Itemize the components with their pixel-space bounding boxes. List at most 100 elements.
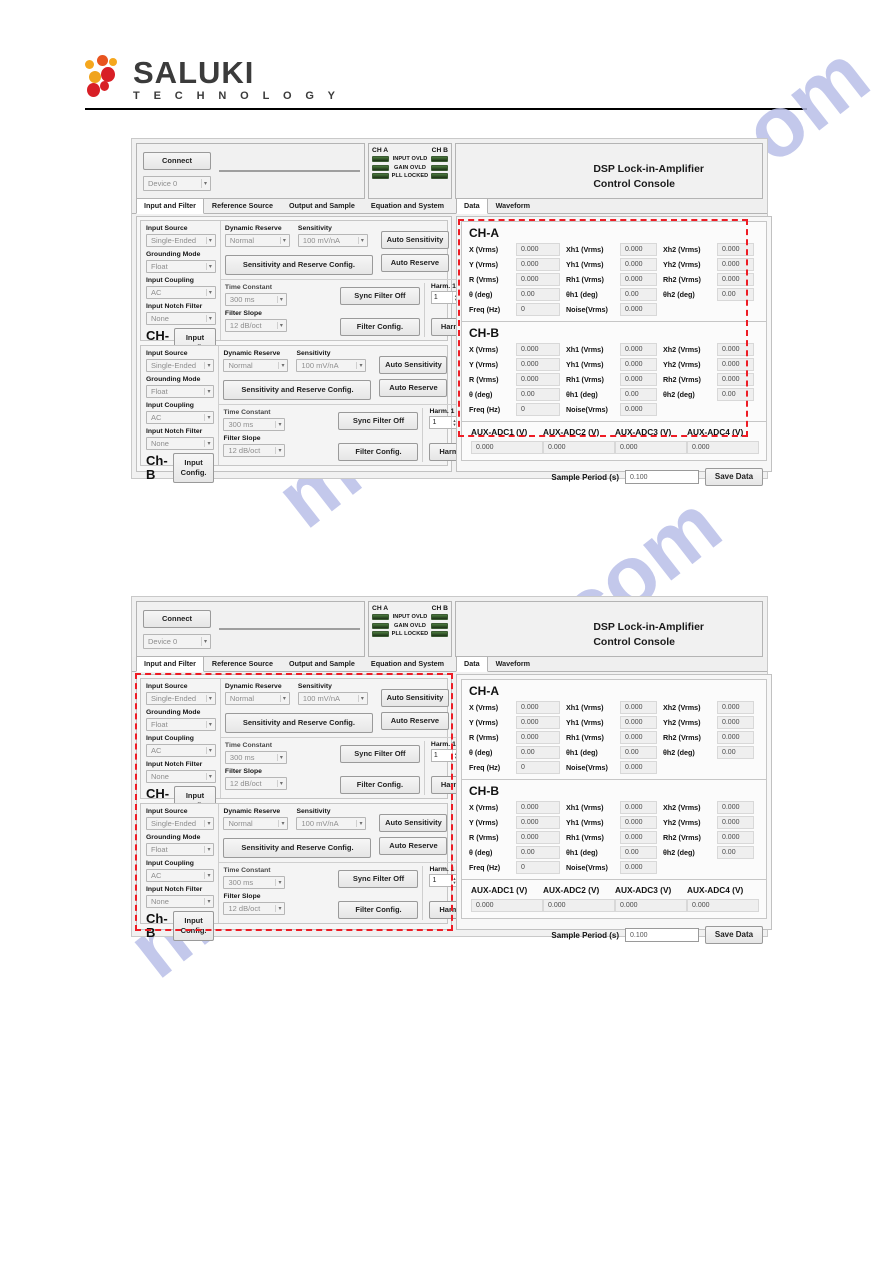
tab-data[interactable]: Data — [456, 198, 488, 214]
auto-sensitivity-button[interactable]: Auto Sensitivity — [380, 231, 449, 249]
input-coupling-select[interactable]: AC ▾ — [146, 744, 216, 757]
auto-sensitivity-button[interactable]: Auto Sensitivity — [379, 356, 448, 374]
input-source-select[interactable]: Single-Ended ▾ — [146, 692, 216, 705]
time-constant-select[interactable]: 300 ms ▾ — [224, 751, 287, 764]
sync-filter-button[interactable]: Sync Filter Off — [339, 745, 420, 763]
time-constant-select[interactable]: 300 ms ▾ — [223, 876, 286, 889]
device-select[interactable]: Device 0 ▾ — [143, 633, 211, 649]
input-coupling-select[interactable]: AC ▾ — [146, 411, 215, 424]
tab-waveform[interactable]: Waveform — [488, 198, 538, 213]
readout-row: R (Vrms) 0.000 Rh1 (Vrms) 0.000 Rh2 (Vrms)… — [469, 272, 760, 287]
harm1-value: 1 — [432, 419, 437, 426]
tab-data[interactable]: Data — [456, 656, 488, 672]
readout-value: 0.000 — [716, 801, 754, 814]
input-notch-filter-select[interactable]: None ▾ — [146, 770, 216, 783]
grounding-mode-value: Float — [151, 720, 168, 729]
readout-label: Xh2 (Vrms) — [662, 802, 701, 812]
auto-sensitivity-button[interactable]: Auto Sensitivity — [380, 689, 449, 707]
sensitivity-select[interactable]: 100 mV/nA ▾ — [296, 359, 367, 372]
device-select[interactable]: Device 0 ▾ — [143, 175, 211, 191]
tab-equation-and-system[interactable]: Equation and System — [363, 198, 452, 213]
tab-reference-source[interactable]: Reference Source — [204, 198, 281, 213]
auto-reserve-button[interactable]: Auto Reserve — [380, 254, 449, 272]
input-coupling-select[interactable]: AC ▾ — [146, 869, 215, 882]
grounding-mode-select[interactable]: Float ▾ — [146, 718, 216, 731]
harm1-stepper[interactable]: 1 ▲▼ — [429, 874, 459, 887]
dynamic-reserve-select[interactable]: Normal ▾ — [224, 234, 290, 247]
sample-period-input[interactable]: 0.100 — [625, 470, 699, 484]
tab-reference-source[interactable]: Reference Source — [204, 656, 281, 671]
tab-output-and-sample[interactable]: Output and Sample — [281, 656, 363, 671]
time-constant-select[interactable]: 300 ms ▾ — [224, 293, 287, 306]
connect-button[interactable]: Connect — [143, 151, 211, 170]
dynamic-reserve-select[interactable]: Normal ▾ — [224, 692, 290, 705]
input-coupling-select[interactable]: AC ▾ — [146, 286, 216, 299]
save-data-button[interactable]: Save Data — [705, 926, 763, 944]
sync-filter-button[interactable]: Sync Filter Off — [339, 287, 420, 305]
led-indicator-icon — [372, 622, 389, 629]
time-constant-select[interactable]: 300 ms ▾ — [223, 418, 286, 431]
device-select-value: Device 0 — [148, 178, 178, 188]
tab-equation-and-system[interactable]: Equation and System — [363, 656, 452, 671]
grounding-mode-select[interactable]: Float ▾ — [146, 260, 216, 273]
harm1-stepper[interactable]: 1 ▲▼ — [429, 416, 459, 429]
input-and-filter-pane: Input Source Single-Ended ▾ Grounding Mo… — [135, 673, 504, 941]
sensitivity-and-reserve-config-button[interactable]: Sensitivity and Reserve Config. — [224, 713, 373, 733]
data-readout-pane: CH-A X (Vrms) 0.000 Xh1 (Vrms) 0.000 Xh2 (… — [456, 216, 772, 486]
sample-period-input[interactable]: 0.100 — [625, 928, 699, 942]
header-divider — [85, 108, 807, 110]
sensitivity-select[interactable]: 100 mV/nA ▾ — [297, 234, 368, 247]
readout-row: R (Vrms) 0.000 Rh1 (Vrms) 0.000 Rh2 (Vrms)… — [469, 830, 760, 845]
grounding-mode-select[interactable]: Float ▾ — [146, 843, 215, 856]
input-notch-filter-select[interactable]: None ▾ — [146, 437, 215, 450]
readout-value: 0.00 — [516, 388, 560, 401]
filter-config-button[interactable]: Filter Config. — [338, 443, 419, 461]
save-data-button[interactable]: Save Data — [705, 468, 763, 486]
sync-filter-button[interactable]: Sync Filter Off — [338, 412, 419, 430]
sensitivity-and-reserve-config-button[interactable]: Sensitivity and Reserve Config. — [223, 838, 372, 858]
tab-input-and-filter[interactable]: Input and Filter — [136, 656, 204, 672]
sensitivity-value: 100 mV/nA — [301, 361, 339, 370]
input-notch-filter-select[interactable]: None ▾ — [146, 312, 216, 325]
auto-reserve-button[interactable]: Auto Reserve — [379, 379, 448, 397]
input-source-select[interactable]: Single-Ended ▾ — [146, 359, 215, 372]
input-source-select[interactable]: Single-Ended ▾ — [146, 234, 216, 247]
chevron-down-icon: ▾ — [205, 315, 214, 322]
filter-config-button[interactable]: Filter Config. — [338, 901, 419, 919]
input-config-button[interactable]: Input Config. — [172, 453, 215, 483]
readout-value: 0.000 — [619, 831, 657, 844]
readout-value: 0.000 — [716, 831, 754, 844]
grounding-mode-select[interactable]: Float ▾ — [146, 385, 215, 398]
aux-adc3-value: 0.000 — [615, 899, 687, 912]
dynamic-reserve-select[interactable]: Normal ▾ — [223, 359, 289, 372]
tab-output-and-sample[interactable]: Output and Sample — [281, 198, 363, 213]
input-coupling-label: Input Coupling — [146, 735, 194, 742]
app-title-line1: DSP Lock-in-Amplifier — [593, 621, 704, 633]
sensitivity-and-reserve-config-button[interactable]: Sensitivity and Reserve Config. — [223, 380, 372, 400]
readout-value: 0.00 — [619, 288, 657, 301]
readout-row: Y (Vrms) 0.000 Yh1 (Vrms) 0.000 Yh2 (Vrms)… — [469, 257, 760, 272]
tab-waveform[interactable]: Waveform — [488, 656, 538, 671]
filter-slope-select[interactable]: 12 dB/oct ▾ — [223, 444, 286, 457]
dynamic-reserve-select[interactable]: Normal ▾ — [223, 817, 289, 830]
tab-input-and-filter[interactable]: Input and Filter — [136, 198, 204, 214]
sample-period-label: Sample Period (s) — [551, 930, 619, 940]
input-notch-filter-select[interactable]: None ▾ — [146, 895, 215, 908]
sensitivity-select[interactable]: 100 mV/nA ▾ — [296, 817, 367, 830]
input-config-button[interactable]: Input Config. — [172, 911, 215, 941]
channel-a-control-group: Input Source Single-Ended ▾ Grounding Mo… — [140, 678, 504, 816]
sensitivity-select[interactable]: 100 mV/nA ▾ — [297, 692, 368, 705]
input-source-select[interactable]: Single-Ended ▾ — [146, 817, 215, 830]
filter-slope-select[interactable]: 12 dB/oct ▾ — [223, 902, 286, 915]
sync-filter-button[interactable]: Sync Filter Off — [338, 870, 419, 888]
auto-reserve-button[interactable]: Auto Reserve — [379, 837, 448, 855]
filter-config-button[interactable]: Filter Config. — [339, 318, 420, 336]
connect-button[interactable]: Connect — [143, 609, 211, 628]
auto-sensitivity-button[interactable]: Auto Sensitivity — [379, 814, 448, 832]
readout-value: 0.000 — [619, 761, 657, 774]
filter-slope-select[interactable]: 12 dB/oct ▾ — [224, 319, 287, 332]
sensitivity-and-reserve-config-button[interactable]: Sensitivity and Reserve Config. — [224, 255, 373, 275]
filter-slope-select[interactable]: 12 dB/oct ▾ — [224, 777, 287, 790]
auto-reserve-button[interactable]: Auto Reserve — [380, 712, 449, 730]
filter-config-button[interactable]: Filter Config. — [339, 776, 420, 794]
